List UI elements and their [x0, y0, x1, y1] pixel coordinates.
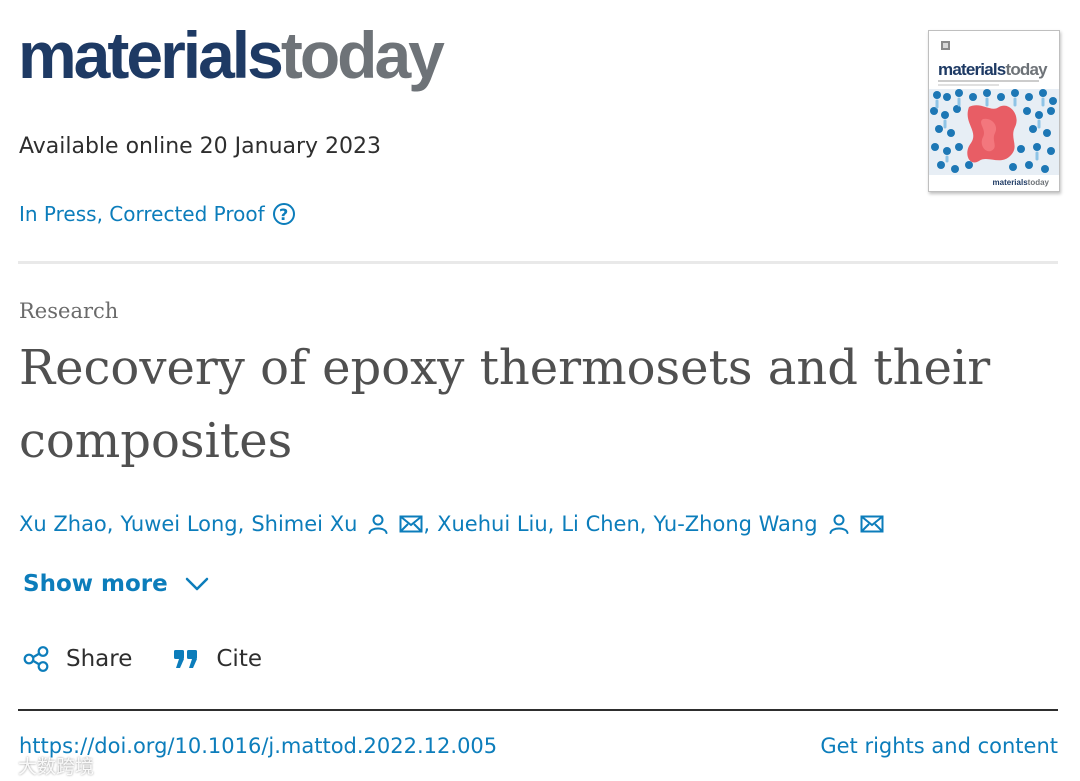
share-icon[interactable] — [22, 645, 50, 673]
cite-button[interactable]: Cite — [172, 646, 262, 672]
journal-logo[interactable]: materialstoday — [18, 22, 445, 88]
article-actions: Share Cite — [22, 645, 262, 673]
author-separator: , — [639, 512, 647, 536]
person-icon[interactable] — [828, 513, 850, 535]
author-list: Xu Zhao, Yuwei Long, Shimei Xu, Xuehui Liu,… — [19, 512, 884, 536]
article-title-line-1: Recovery of epoxy thermosets and their — [19, 340, 991, 396]
elsevier-tree-icon — [941, 41, 950, 50]
author-link[interactable]: Xu Zhao — [19, 512, 107, 536]
envelope-icon[interactable] — [399, 515, 423, 533]
journal-logo-part-1: materials — [18, 18, 284, 92]
cite-label[interactable]: Cite — [216, 646, 262, 672]
quote-icon[interactable] — [172, 647, 200, 671]
help-icon[interactable]: ? — [272, 203, 295, 225]
share-label[interactable]: Share — [66, 646, 132, 672]
journal-cover[interactable]: materialstoday materialstoday — [928, 30, 1060, 192]
article-status-label[interactable]: In Press, Corrected Proof — [19, 202, 265, 226]
envelope-icon[interactable] — [860, 515, 884, 533]
share-button[interactable]: Share — [22, 645, 132, 673]
author-link[interactable]: Yu-Zhong Wang — [653, 512, 817, 536]
header-divider — [18, 261, 1058, 264]
article-title-line-2: composites — [19, 413, 293, 469]
article-status[interactable]: In Press, Corrected Proof ? — [19, 202, 295, 226]
author-link[interactable]: Yuwei Long — [120, 512, 237, 536]
available-online-date: Available online 20 January 2023 — [19, 134, 382, 159]
journal-cover-image: materialstoday materialstoday — [929, 31, 1059, 191]
author-link[interactable]: Li Chen — [561, 512, 639, 536]
footer-divider — [18, 709, 1058, 711]
author-link[interactable]: Xuehui Liu — [437, 512, 548, 536]
show-more-label[interactable]: Show more — [23, 571, 168, 597]
cover-footer-logo: materialstoday — [993, 178, 1050, 187]
cover-title: materialstoday — [938, 60, 1048, 79]
article-title: Recovery of epoxy thermosets and their c… — [19, 332, 1019, 478]
rights-link[interactable]: Get rights and content — [820, 734, 1058, 758]
author-separator: , — [423, 512, 431, 536]
person-icon[interactable] — [367, 513, 389, 535]
journal-logo-part-2: today — [280, 18, 445, 92]
show-more-button[interactable]: Show more — [23, 571, 210, 597]
author-separator: , — [547, 512, 555, 536]
article-type: Research — [19, 299, 119, 323]
cover-artwork — [929, 89, 1059, 175]
author-separator: , — [106, 512, 114, 536]
author-link[interactable]: Shimei Xu — [251, 512, 357, 536]
chevron-down-icon[interactable] — [184, 576, 210, 592]
author-separator: , — [237, 512, 245, 536]
doi-link[interactable]: https://doi.org/10.1016/j.mattod.2022.12… — [19, 734, 497, 758]
